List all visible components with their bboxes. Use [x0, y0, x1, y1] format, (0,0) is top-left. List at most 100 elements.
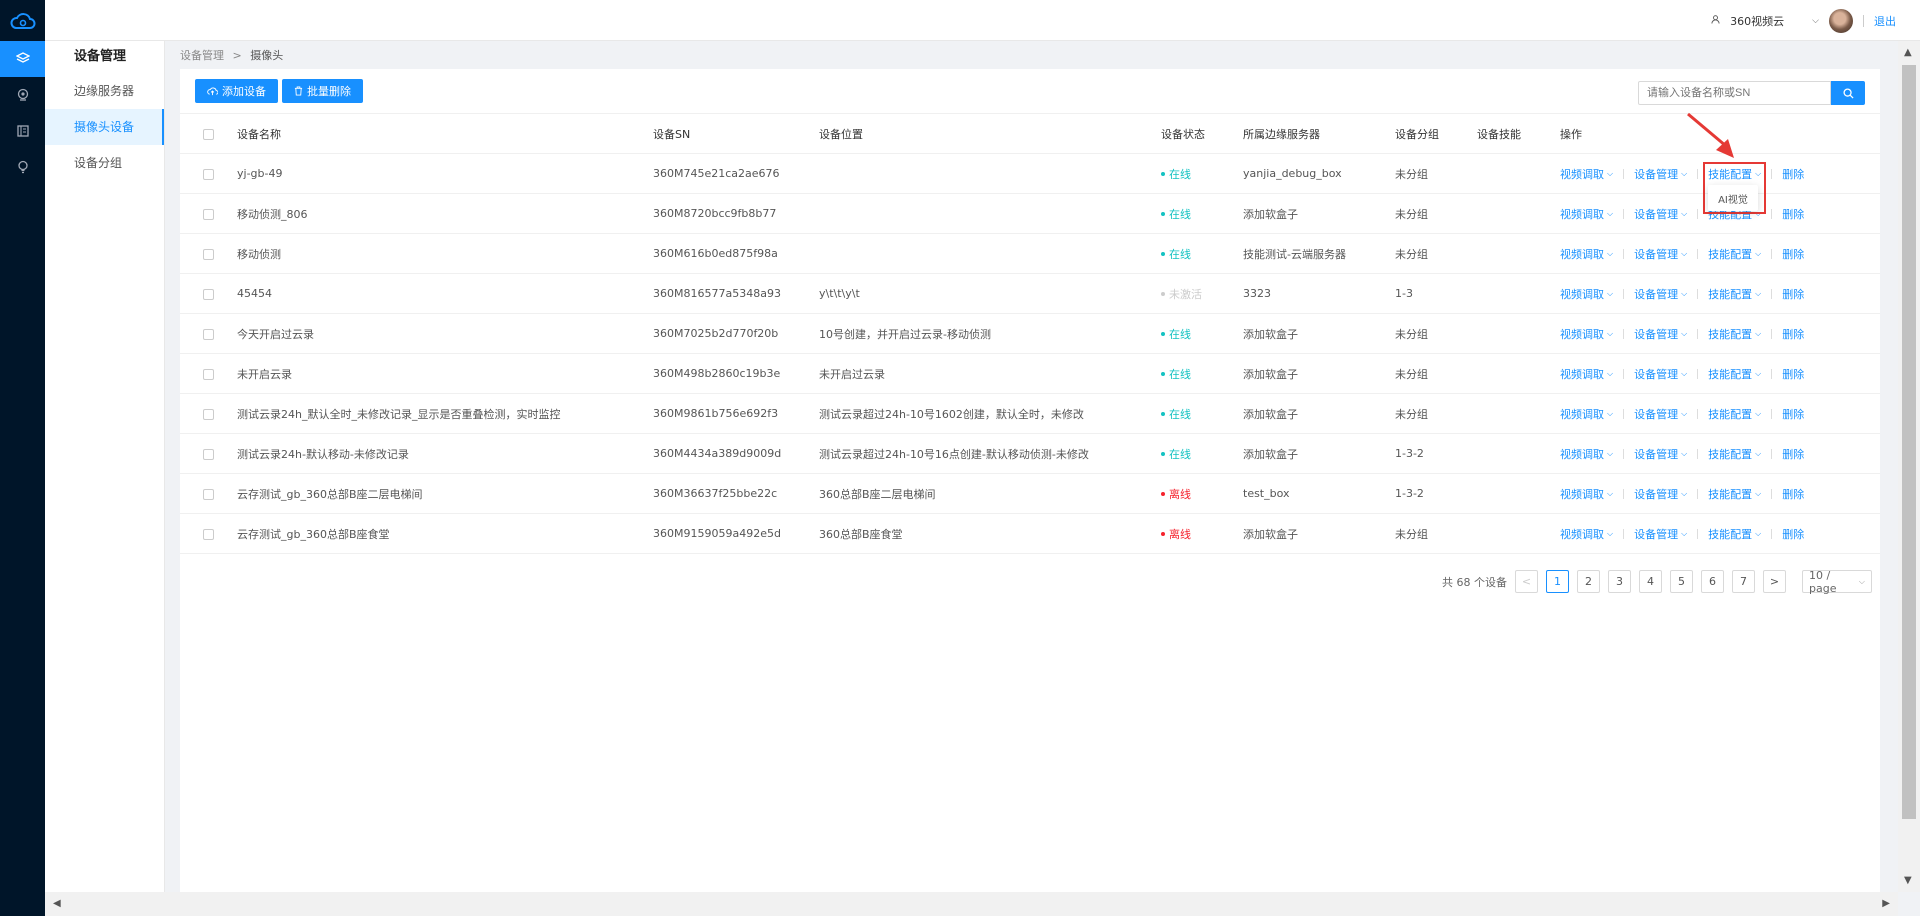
scroll-right-arrow-icon[interactable]: ▶	[1882, 898, 1890, 909]
delete-link[interactable]: 删除	[1782, 366, 1804, 382]
horizontal-scrollbar[interactable]: ◀ ▶	[45, 892, 1898, 916]
video-fetch-link[interactable]: 视频调取 ⌵	[1560, 286, 1613, 302]
video-fetch-link[interactable]: 视频调取 ⌵	[1560, 486, 1613, 502]
select-all-checkbox[interactable]	[203, 128, 214, 140]
row-checkbox[interactable]	[203, 248, 214, 260]
delete-link[interactable]: 删除	[1782, 286, 1804, 302]
search-input[interactable]	[1638, 81, 1831, 105]
dropdown-item-ai-vision[interactable]: AI视觉	[1718, 191, 1748, 206]
skill-config-link[interactable]: 技能配置 ⌵	[1708, 486, 1761, 502]
delete-link[interactable]: 删除	[1782, 486, 1804, 502]
video-fetch-link[interactable]: 视频调取 ⌵	[1560, 406, 1613, 422]
search-button[interactable]	[1831, 81, 1865, 105]
rail-book-icon[interactable]	[0, 113, 45, 149]
video-fetch-link[interactable]: 视频调取 ⌵	[1560, 326, 1613, 342]
chevron-down-icon: ⌵	[1681, 488, 1688, 498]
row-actions: 视频调取 ⌵ 设备管理 ⌵ 技能配置 ⌵ 删除	[1560, 233, 1880, 274]
sidebar-item-cameras[interactable]: 摄像头设备	[45, 109, 164, 145]
status-text: 在线	[1169, 407, 1191, 421]
row-checkbox[interactable]	[203, 368, 214, 380]
row-checkbox[interactable]	[203, 488, 214, 500]
select-all-cell	[180, 113, 237, 154]
sidebar-item-edge-servers[interactable]: 边缘服务器	[45, 73, 164, 109]
rail-bulb-icon[interactable]	[0, 149, 45, 185]
skill-config-link[interactable]: 技能配置 ⌵	[1708, 446, 1761, 462]
device-sn: 360M7025b2d770f20b	[653, 313, 819, 354]
chevron-down-icon[interactable]: ⌵	[1812, 16, 1819, 26]
device-manage-link[interactable]: 设备管理 ⌵	[1634, 406, 1687, 422]
rail-camera-icon[interactable]	[0, 77, 45, 113]
device-name: yj-gb-49	[237, 153, 653, 194]
device-manage-link[interactable]: 设备管理 ⌵	[1634, 366, 1687, 382]
skill-config-link[interactable]: 技能配置 ⌵	[1708, 326, 1761, 342]
delete-link[interactable]: 删除	[1782, 246, 1804, 262]
delete-link[interactable]: 删除	[1782, 326, 1804, 342]
page-number-button[interactable]: 6	[1701, 570, 1724, 593]
row-checkbox[interactable]	[203, 208, 214, 220]
vertical-scrollbar[interactable]: ▲ ▼	[1898, 41, 1920, 892]
device-manage-link[interactable]: 设备管理 ⌵	[1634, 286, 1687, 302]
logout-link[interactable]: 退出	[1874, 13, 1896, 29]
delete-link[interactable]: 删除	[1782, 406, 1804, 422]
page-number-button[interactable]: 7	[1732, 570, 1755, 593]
skill-config-link[interactable]: 技能配置 ⌵	[1708, 246, 1761, 262]
video-fetch-link[interactable]: 视频调取 ⌵	[1560, 446, 1613, 462]
row-checkbox[interactable]	[203, 288, 214, 300]
device-manage-link[interactable]: 设备管理 ⌵	[1634, 326, 1687, 342]
device-manage-link[interactable]: 设备管理 ⌵	[1634, 206, 1687, 222]
video-fetch-link[interactable]: 视频调取 ⌵	[1560, 366, 1613, 382]
table-row: 移动侦测_806 360M8720bcc9fb8b77 在线 添加软盒子 未分组 视频调取…	[180, 193, 1880, 234]
row-checkbox[interactable]	[203, 528, 214, 540]
status-text: 未激活	[1169, 287, 1202, 301]
cloud-logo-icon[interactable]	[0, 0, 45, 41]
scroll-left-arrow-icon[interactable]: ◀	[53, 898, 61, 909]
video-fetch-link[interactable]: 视频调取 ⌵	[1560, 206, 1613, 222]
sidebar-item-device-groups[interactable]: 设备分组	[45, 145, 164, 181]
row-checkbox[interactable]	[203, 328, 214, 340]
video-fetch-link[interactable]: 视频调取 ⌵	[1560, 526, 1613, 542]
video-fetch-link[interactable]: 视频调取 ⌵	[1560, 246, 1613, 262]
device-manage-link[interactable]: 设备管理 ⌵	[1634, 166, 1687, 182]
prev-page-button[interactable]: <	[1515, 570, 1538, 593]
scroll-down-arrow-icon[interactable]: ▼	[1904, 875, 1912, 886]
video-fetch-link[interactable]: 视频调取 ⌵	[1560, 166, 1613, 182]
skill-config-link[interactable]: 技能配置 ⌵	[1708, 366, 1761, 382]
batch-delete-button[interactable]: 批量删除	[282, 79, 363, 103]
edge-server: 添加软盒子	[1243, 433, 1395, 474]
rail-layers-icon[interactable]	[0, 41, 45, 77]
page-number-button[interactable]: 4	[1639, 570, 1662, 593]
page-size-select[interactable]: 10 / page ⌵	[1802, 569, 1872, 595]
page-number-button[interactable]: 3	[1608, 570, 1631, 593]
page-number-button[interactable]: 2	[1577, 570, 1600, 593]
row-checkbox[interactable]	[203, 408, 214, 420]
scroll-up-arrow-icon[interactable]: ▲	[1904, 47, 1912, 58]
delete-link[interactable]: 删除	[1782, 526, 1804, 542]
page-number-button[interactable]: 5	[1670, 570, 1693, 593]
next-page-button[interactable]: >	[1763, 570, 1786, 593]
delete-link[interactable]: 删除	[1782, 206, 1804, 222]
add-device-button[interactable]: 添加设备	[195, 79, 278, 103]
row-checkbox[interactable]	[203, 168, 214, 180]
vertical-scroll-thumb[interactable]	[1902, 65, 1916, 819]
divider	[1623, 448, 1625, 459]
batch-delete-label: 批量删除	[307, 86, 351, 98]
device-manage-link[interactable]: 设备管理 ⌵	[1634, 526, 1687, 542]
video-fetch-label: 视频调取	[1560, 327, 1604, 341]
divider	[1623, 408, 1625, 419]
skill-config-link[interactable]: 技能配置 ⌵	[1708, 406, 1761, 422]
device-manage-link[interactable]: 设备管理 ⌵	[1634, 446, 1687, 462]
edge-server: 3323	[1243, 273, 1395, 314]
row-actions: 视频调取 ⌵ 设备管理 ⌵ 技能配置 ⌵ 删除	[1560, 473, 1880, 514]
delete-link[interactable]: 删除	[1782, 446, 1804, 462]
skill-config-link[interactable]: 技能配置 ⌵	[1708, 286, 1761, 302]
user-name[interactable]: 360视频云	[1730, 13, 1784, 29]
delete-link[interactable]: 删除	[1782, 166, 1804, 182]
breadcrumb-parent[interactable]: 设备管理	[180, 49, 224, 62]
row-checkbox[interactable]	[203, 448, 214, 460]
avatar[interactable]	[1829, 8, 1853, 33]
skill-config-link[interactable]: 技能配置 ⌵	[1708, 526, 1761, 542]
device-manage-link[interactable]: 设备管理 ⌵	[1634, 486, 1687, 502]
device-manage-link[interactable]: 设备管理 ⌵	[1634, 246, 1687, 262]
edge-server: 添加软盒子	[1243, 313, 1395, 354]
page-number-button[interactable]: 1	[1546, 570, 1569, 593]
